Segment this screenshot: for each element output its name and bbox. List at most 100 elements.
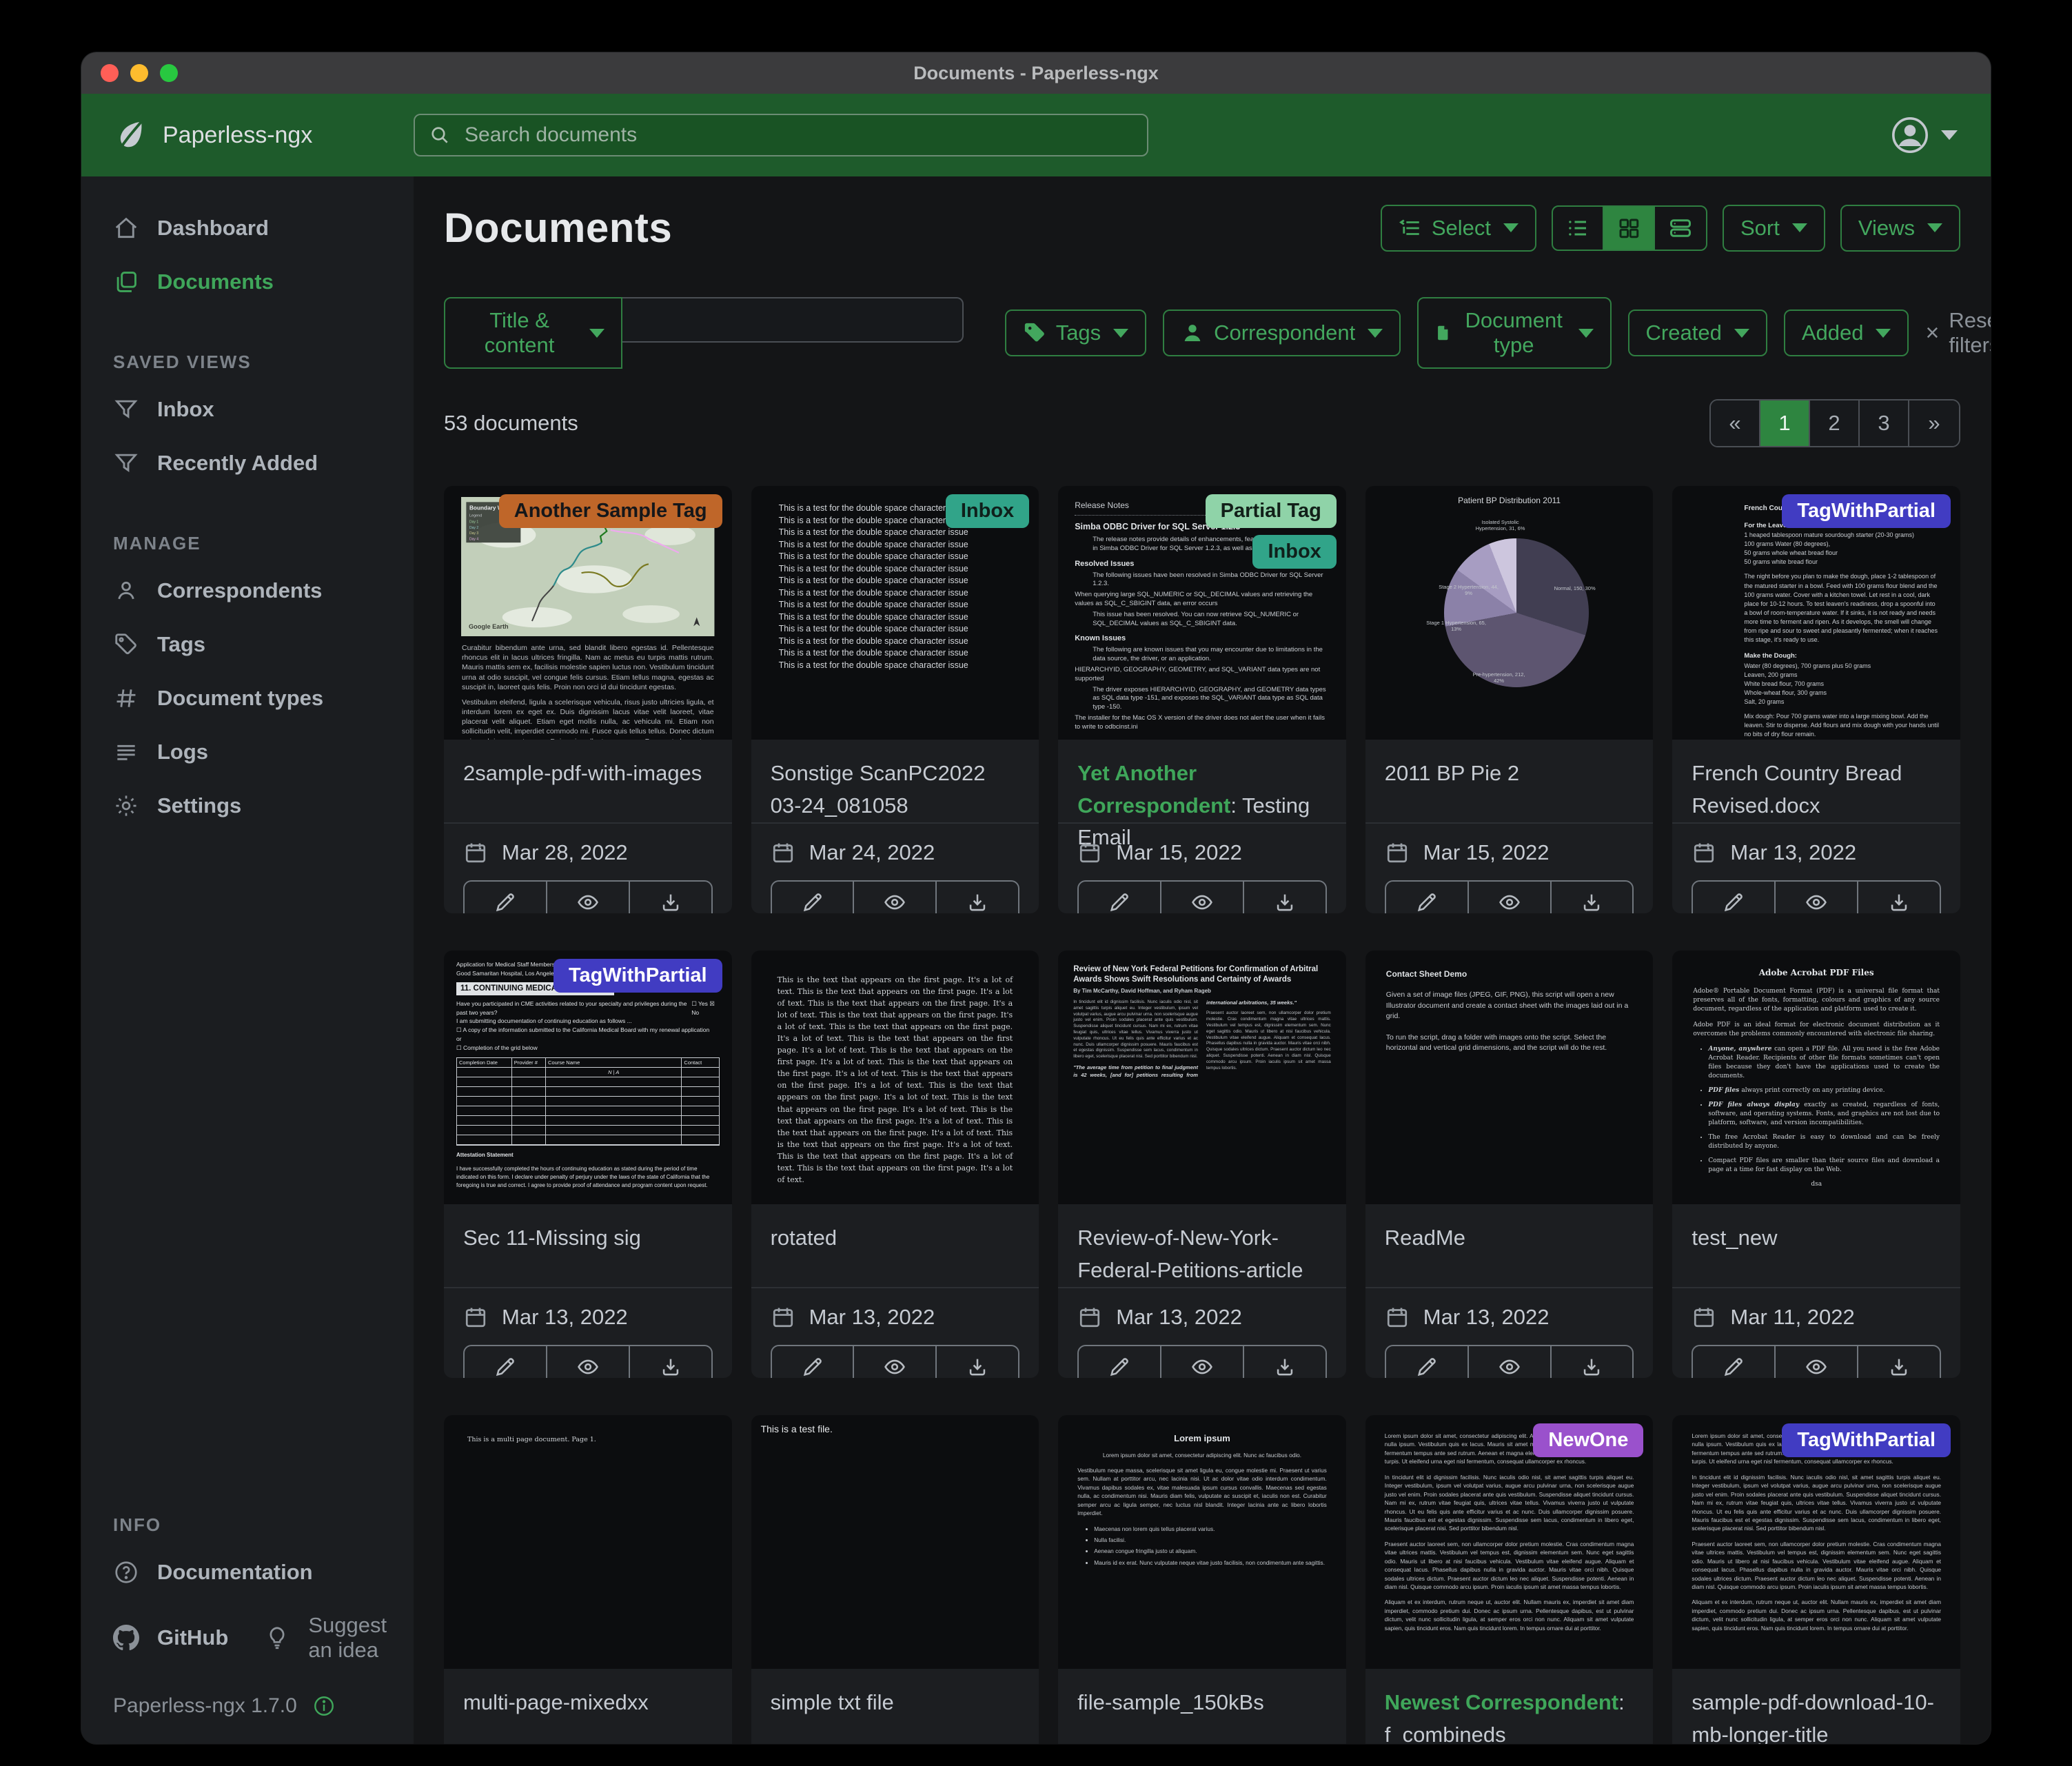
reset-filters-button[interactable]: × Reset filters [1925, 308, 1991, 358]
view-button[interactable] [547, 1346, 630, 1378]
search-input[interactable] [414, 114, 1148, 156]
document-thumbnail[interactable]: Patient BP Distribution 2011Normal, 150,… [1365, 486, 1654, 740]
document-thumbnail[interactable]: Lorem ipsum dolor sit amet, consectetur … [1365, 1415, 1654, 1669]
edit-button[interactable] [1386, 1346, 1469, 1378]
document-thumbnail[interactable]: Lorem ipsumLorem ipsum dolor sit amet, c… [1058, 1415, 1346, 1669]
views-button[interactable]: Views [1840, 205, 1960, 252]
sidebar-item-suggest-idea[interactable]: Suggest an idea [232, 1599, 414, 1676]
info-circle-icon[interactable] [312, 1694, 336, 1718]
document-title-link[interactable]: Sec 11-Missing sig [463, 1222, 713, 1255]
pagination-page-3[interactable]: 3 [1860, 400, 1909, 446]
document-title-link[interactable]: 2sample-pdf-with-images [463, 758, 713, 790]
document-thumbnail[interactable]: Release NotesSimba ODBC Driver for SQL S… [1058, 486, 1346, 740]
pagination-prev[interactable]: « [1711, 400, 1760, 446]
document-thumbnail[interactable]: Adobe Acrobat PDF FilesAdobe® Portable D… [1672, 951, 1960, 1204]
grid-view-button[interactable] [1604, 207, 1655, 250]
edit-button[interactable] [1079, 882, 1161, 913]
tag-badge[interactable]: TagWithPartial [553, 959, 722, 993]
pagination-page-2[interactable]: 2 [1810, 400, 1860, 446]
sidebar-item-inbox[interactable]: Inbox [81, 383, 414, 436]
view-button[interactable] [1776, 882, 1858, 913]
detail-view-button[interactable] [1655, 207, 1706, 250]
sidebar-item-recently-added[interactable]: Recently Added [81, 436, 414, 490]
document-title-link[interactable]: test_new [1692, 1222, 1941, 1255]
document-type-filter-button[interactable]: Document type [1417, 297, 1611, 369]
tag-badge[interactable]: Another Sample Tag [499, 494, 722, 528]
download-button[interactable] [937, 882, 1018, 913]
user-menu[interactable] [1890, 115, 1991, 155]
view-button[interactable] [1161, 882, 1244, 913]
document-title-link[interactable]: rotated [771, 1222, 1020, 1255]
list-view-button[interactable] [1553, 207, 1604, 250]
sidebar-item-documents[interactable]: Documents [81, 255, 414, 309]
download-button[interactable] [1858, 1346, 1940, 1378]
sidebar-item-github[interactable]: GitHub [81, 1611, 232, 1665]
select-button[interactable]: Select [1381, 205, 1536, 252]
edit-button[interactable] [465, 1346, 547, 1378]
sidebar-item-correspondents[interactable]: Correspondents [81, 564, 414, 618]
edit-button[interactable] [772, 1346, 855, 1378]
view-button[interactable] [854, 1346, 937, 1378]
document-thumbnail[interactable]: Boundary Waters TripLegendDay 1Day 2Day … [444, 486, 732, 740]
document-thumbnail[interactable]: French Country BreadFor the Leaven1 heap… [1672, 486, 1960, 740]
document-thumbnail[interactable]: Contact Sheet DemoGiven a set of image f… [1365, 951, 1654, 1204]
brand[interactable]: Paperless-ngx [81, 117, 414, 153]
document-thumbnail[interactable]: Lorem ipsum dolor sit amet, consectetur … [1672, 1415, 1960, 1669]
sidebar-item-document-types[interactable]: Document types [81, 671, 414, 725]
document-title-link[interactable]: 2011 BP Pie 2 [1385, 758, 1634, 790]
download-button[interactable] [630, 882, 711, 913]
document-title-link[interactable]: French Country Bread Revised.docx [1692, 758, 1941, 822]
view-button[interactable] [1469, 1346, 1552, 1378]
view-button[interactable] [547, 882, 630, 913]
document-thumbnail[interactable]: This is a multi page document. Page 1. [444, 1415, 732, 1669]
document-title-link[interactable]: sample-pdf-download-10-mb-longer-title [1692, 1687, 1941, 1744]
tag-badge[interactable]: Inbox [946, 494, 1029, 528]
edit-button[interactable] [1693, 1346, 1776, 1378]
edit-button[interactable] [465, 882, 547, 913]
sort-button[interactable]: Sort [1723, 205, 1825, 252]
edit-button[interactable] [1386, 882, 1469, 913]
document-title-link[interactable]: multi-page-mixedxx [463, 1687, 713, 1719]
tag-badge[interactable]: NewOne [1533, 1423, 1643, 1457]
download-button[interactable] [1858, 882, 1940, 913]
document-title-link[interactable]: Review-of-New-York-Federal-Petitions-art… [1077, 1222, 1327, 1286]
view-button[interactable] [854, 882, 937, 913]
sidebar-item-logs[interactable]: Logs [81, 725, 414, 779]
view-button[interactable] [1776, 1346, 1858, 1378]
title-content-filter-button[interactable]: Title & content [444, 297, 622, 369]
download-button[interactable] [1552, 882, 1633, 913]
download-button[interactable] [937, 1346, 1018, 1378]
view-button[interactable] [1469, 882, 1552, 913]
document-title-link[interactable]: Sonstige ScanPC2022 03-24_081058 [771, 758, 1020, 822]
document-thumbnail[interactable]: Review of New York Federal Petitions for… [1058, 951, 1346, 1204]
document-thumbnail[interactable]: Application for Medical Staff MembersGoo… [444, 951, 732, 1204]
sidebar-item-documentation[interactable]: Documentation [81, 1545, 414, 1599]
tag-badge[interactable]: Partial Tag [1206, 494, 1337, 528]
created-filter-button[interactable]: Created [1628, 309, 1767, 356]
view-button[interactable] [1161, 1346, 1244, 1378]
sidebar-item-settings[interactable]: Settings [81, 779, 414, 833]
tags-filter-button[interactable]: Tags [1005, 309, 1146, 356]
document-thumbnail[interactable]: This is a test file. [751, 1415, 1039, 1669]
edit-button[interactable] [1693, 882, 1776, 913]
pagination-next[interactable]: » [1909, 400, 1959, 446]
download-button[interactable] [1552, 1346, 1633, 1378]
tag-badge[interactable]: TagWithPartial [1782, 494, 1951, 528]
document-title-link[interactable]: ReadMe [1385, 1222, 1634, 1255]
edit-button[interactable] [1079, 1346, 1161, 1378]
download-button[interactable] [630, 1346, 711, 1378]
filter-text-input[interactable] [622, 297, 964, 343]
added-filter-button[interactable]: Added [1784, 309, 1909, 356]
tag-badge[interactable]: TagWithPartial [1782, 1423, 1951, 1457]
edit-button[interactable] [772, 882, 855, 913]
document-thumbnail[interactable]: This is a test for the double space char… [751, 486, 1039, 740]
pagination-page-1[interactable]: 1 [1760, 400, 1810, 446]
document-thumbnail[interactable]: This is the text that appears on the fir… [751, 951, 1039, 1204]
document-title-link[interactable]: file-sample_150kBs [1077, 1687, 1327, 1719]
correspondent-filter-button[interactable]: Correspondent [1163, 309, 1401, 356]
sidebar-item-dashboard[interactable]: Dashboard [81, 201, 414, 255]
tag-badge[interactable]: Inbox [1252, 535, 1336, 569]
sidebar-item-tags[interactable]: Tags [81, 618, 414, 671]
download-button[interactable] [1244, 1346, 1326, 1378]
download-button[interactable] [1244, 882, 1326, 913]
